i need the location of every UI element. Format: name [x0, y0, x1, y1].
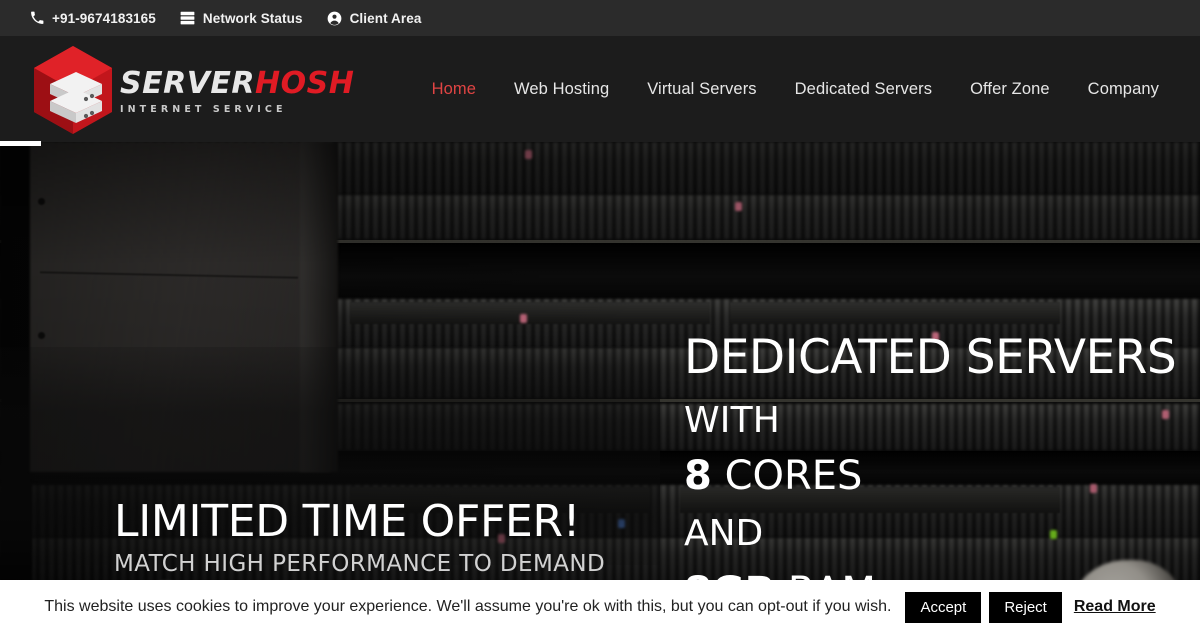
logo-word-accent: HOSH [255, 66, 355, 101]
cookie-message: This website uses cookies to improve you… [44, 598, 892, 615]
logo-tagline: INTERNET SERVICE [120, 104, 287, 115]
hero-left-caption: LIMITED TIME OFFER! MATCH HIGH PERFORMAN… [114, 496, 606, 577]
server-icon [180, 11, 195, 25]
site-logo[interactable]: SERVERHOSH INTERNET SERVICE [30, 42, 354, 138]
top-utility-bar: +91-9674183165 Network Status Client Are… [0, 0, 1200, 36]
nav-item-web-hosting[interactable]: Web Hosting [495, 80, 628, 99]
nav-item-virtual-servers[interactable]: Virtual Servers [628, 80, 775, 99]
network-status-label: Network Status [202, 10, 303, 26]
slider-progress-bar [0, 141, 41, 146]
hero-headline: DEDICATED SERVERS [684, 330, 1177, 385]
client-area-label: Client Area [349, 10, 422, 26]
site-header: SERVERHOSH INTERNET SERVICE Home Web Hos… [0, 36, 1200, 142]
hero-and-label: AND [684, 513, 764, 554]
phone-icon [30, 11, 44, 25]
hero-with-label: WITH [684, 400, 781, 441]
hero-cores-count: 8 [684, 453, 712, 499]
network-status-link[interactable]: Network Status [180, 11, 303, 26]
nav-item-offer-zone[interactable]: Offer Zone [951, 80, 1069, 99]
hero-cores-label: CORES [724, 453, 863, 499]
nav-item-company[interactable]: Company [1069, 80, 1178, 99]
hero-slider: LIMITED TIME OFFER! MATCH HIGH PERFORMAN… [0, 142, 1200, 634]
cookie-read-more-link[interactable]: Read More [1074, 598, 1156, 616]
hero-cores-line: 8 CORES [684, 456, 1176, 496]
user-circle-icon [327, 11, 342, 26]
nav-item-home[interactable]: Home [413, 80, 495, 99]
logo-word-primary: SERVER [120, 66, 256, 101]
phone-number-label: +91-9674183165 [52, 10, 156, 26]
logo-wordmark: SERVERHOSH INTERNET SERVICE [120, 65, 355, 116]
logo-hexagon-icon [30, 44, 116, 136]
cookie-accept-button[interactable]: Accept [905, 591, 982, 623]
hero-left-title: LIMITED TIME OFFER! [114, 496, 581, 547]
cookie-reject-button[interactable]: Reject [989, 591, 1062, 623]
nav-item-dedicated-servers[interactable]: Dedicated Servers [776, 80, 951, 99]
primary-navigation: Home Web Hosting Virtual Servers Dedicat… [413, 36, 1178, 142]
page-root: +91-9674183165 Network Status Client Are… [0, 0, 1200, 634]
phone-number-link[interactable]: +91-9674183165 [30, 11, 156, 26]
client-area-link[interactable]: Client Area [327, 11, 422, 26]
hero-left-subtitle: MATCH HIGH PERFORMANCE TO DEMAND [114, 550, 606, 577]
cookie-consent-banner: This website uses cookies to improve you… [0, 580, 1200, 634]
